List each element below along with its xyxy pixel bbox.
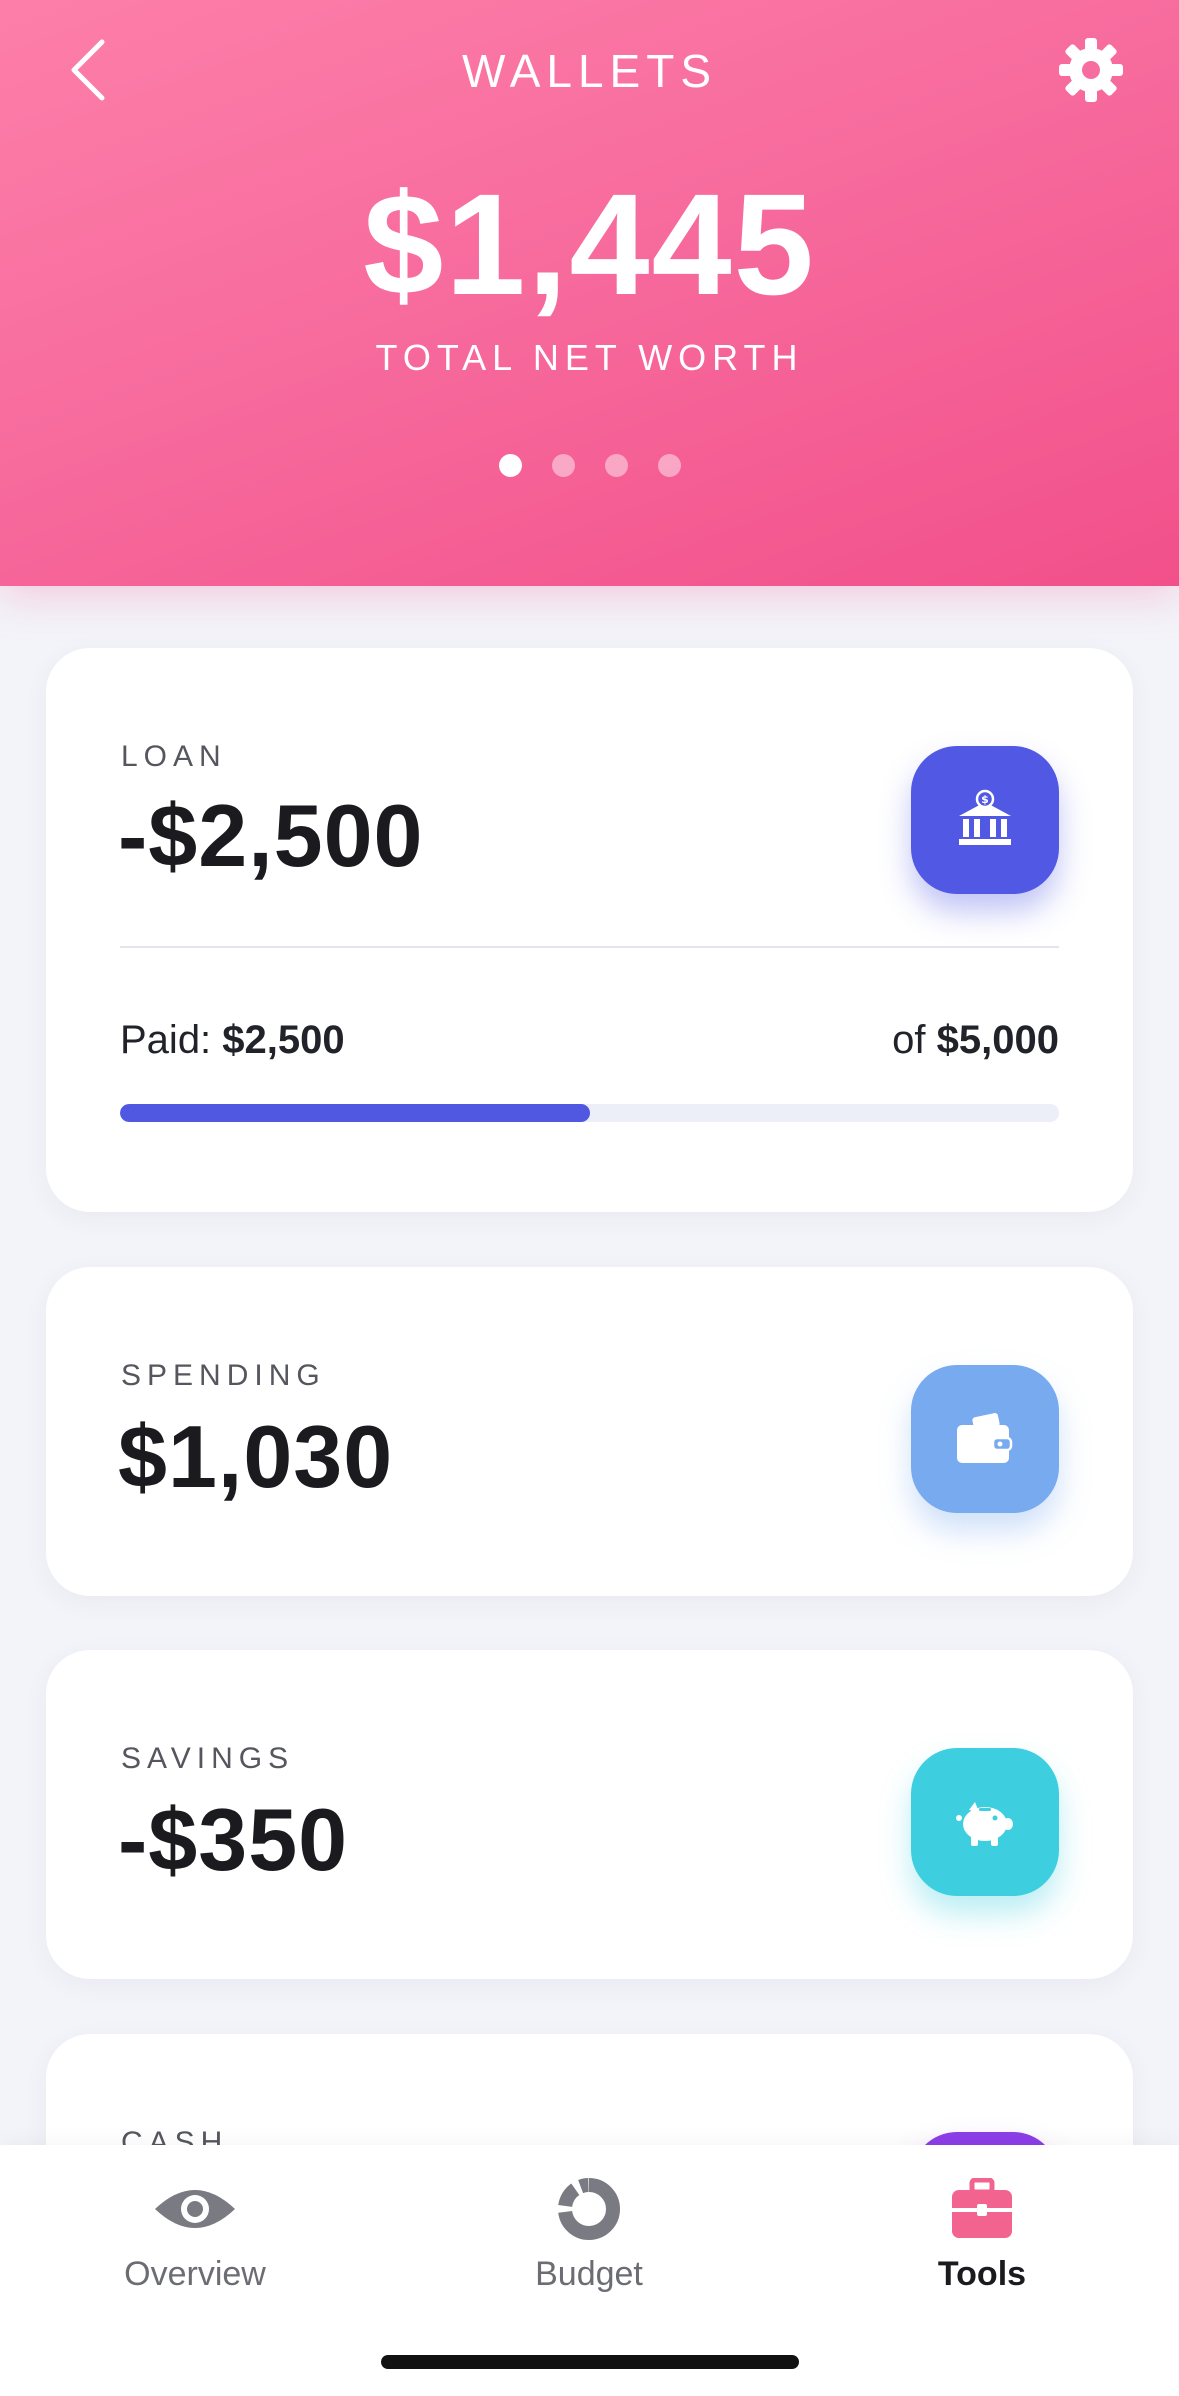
loan-paid-row: Paid: $2,500 of $5,000 (120, 1018, 1059, 1063)
tab-label: Budget (535, 2255, 643, 2293)
card-divider (120, 946, 1059, 948)
paid-amount: Paid: $2,500 (120, 1018, 345, 1062)
tab-overview[interactable]: Overview (65, 2145, 325, 2315)
tab-icon-wrap (950, 2173, 1014, 2245)
tab-tools[interactable]: Tools (852, 2145, 1112, 2315)
wallet-label: LOAN (121, 740, 227, 773)
wallet-icon-badge (911, 1365, 1059, 1513)
net-worth-amount: $1,445 (363, 164, 816, 325)
eye-icon (155, 2190, 235, 2228)
wallet-card-savings[interactable]: SAVINGS -$350 (46, 1650, 1133, 1979)
page-dot[interactable] (657, 454, 681, 477)
page-title: WALLETS (461, 45, 718, 97)
page-dot[interactable] (604, 454, 628, 477)
page-dot[interactable] (498, 454, 522, 477)
piggy-bank-icon (956, 1802, 1013, 1846)
wallets-header: WALLETS $1,445 TOTAL NET WORTH (0, 0, 1179, 586)
svg-text:$: $ (981, 793, 989, 806)
home-indicator (381, 2355, 799, 2369)
wallet-label: SPENDING (121, 1359, 326, 1392)
page-indicator[interactable] (0, 454, 1179, 477)
wallet-amount: $1,030 (118, 1407, 394, 1506)
loan-progress-bar (120, 1104, 1059, 1122)
tab-icon-wrap (152, 2173, 238, 2245)
wallet-amount: -$350 (118, 1790, 349, 1889)
gear-icon (1059, 38, 1123, 102)
wallet-icon-badge: $ (911, 746, 1059, 894)
tab-label: Tools (937, 2255, 1027, 2293)
wallet-amount: -$2,500 (118, 786, 424, 885)
wallet-card-loan[interactable]: LOAN -$2,500 $ Paid: $2,500 of $5,000 (46, 648, 1133, 1212)
total-amount: of $5,000 (892, 1018, 1059, 1062)
tab-budget[interactable]: Budget (459, 2145, 719, 2315)
donut-chart-icon (558, 2178, 620, 2240)
bank-icon: $ (959, 789, 1011, 845)
toolbox-icon (952, 2178, 1012, 2238)
net-worth-label: TOTAL NET WORTH (375, 337, 804, 378)
settings-button[interactable] (1051, 30, 1131, 110)
wallet-icon (957, 1413, 1013, 1463)
tab-icon-wrap (554, 2173, 624, 2245)
loan-progress-fill (120, 1104, 590, 1122)
wallet-label: SAVINGS (121, 1742, 295, 1775)
wallet-icon-badge (911, 1748, 1059, 1896)
wallet-card-spending[interactable]: SPENDING $1,030 (46, 1267, 1133, 1596)
page-dot[interactable] (551, 454, 575, 477)
tab-label: Overview (124, 2255, 266, 2293)
